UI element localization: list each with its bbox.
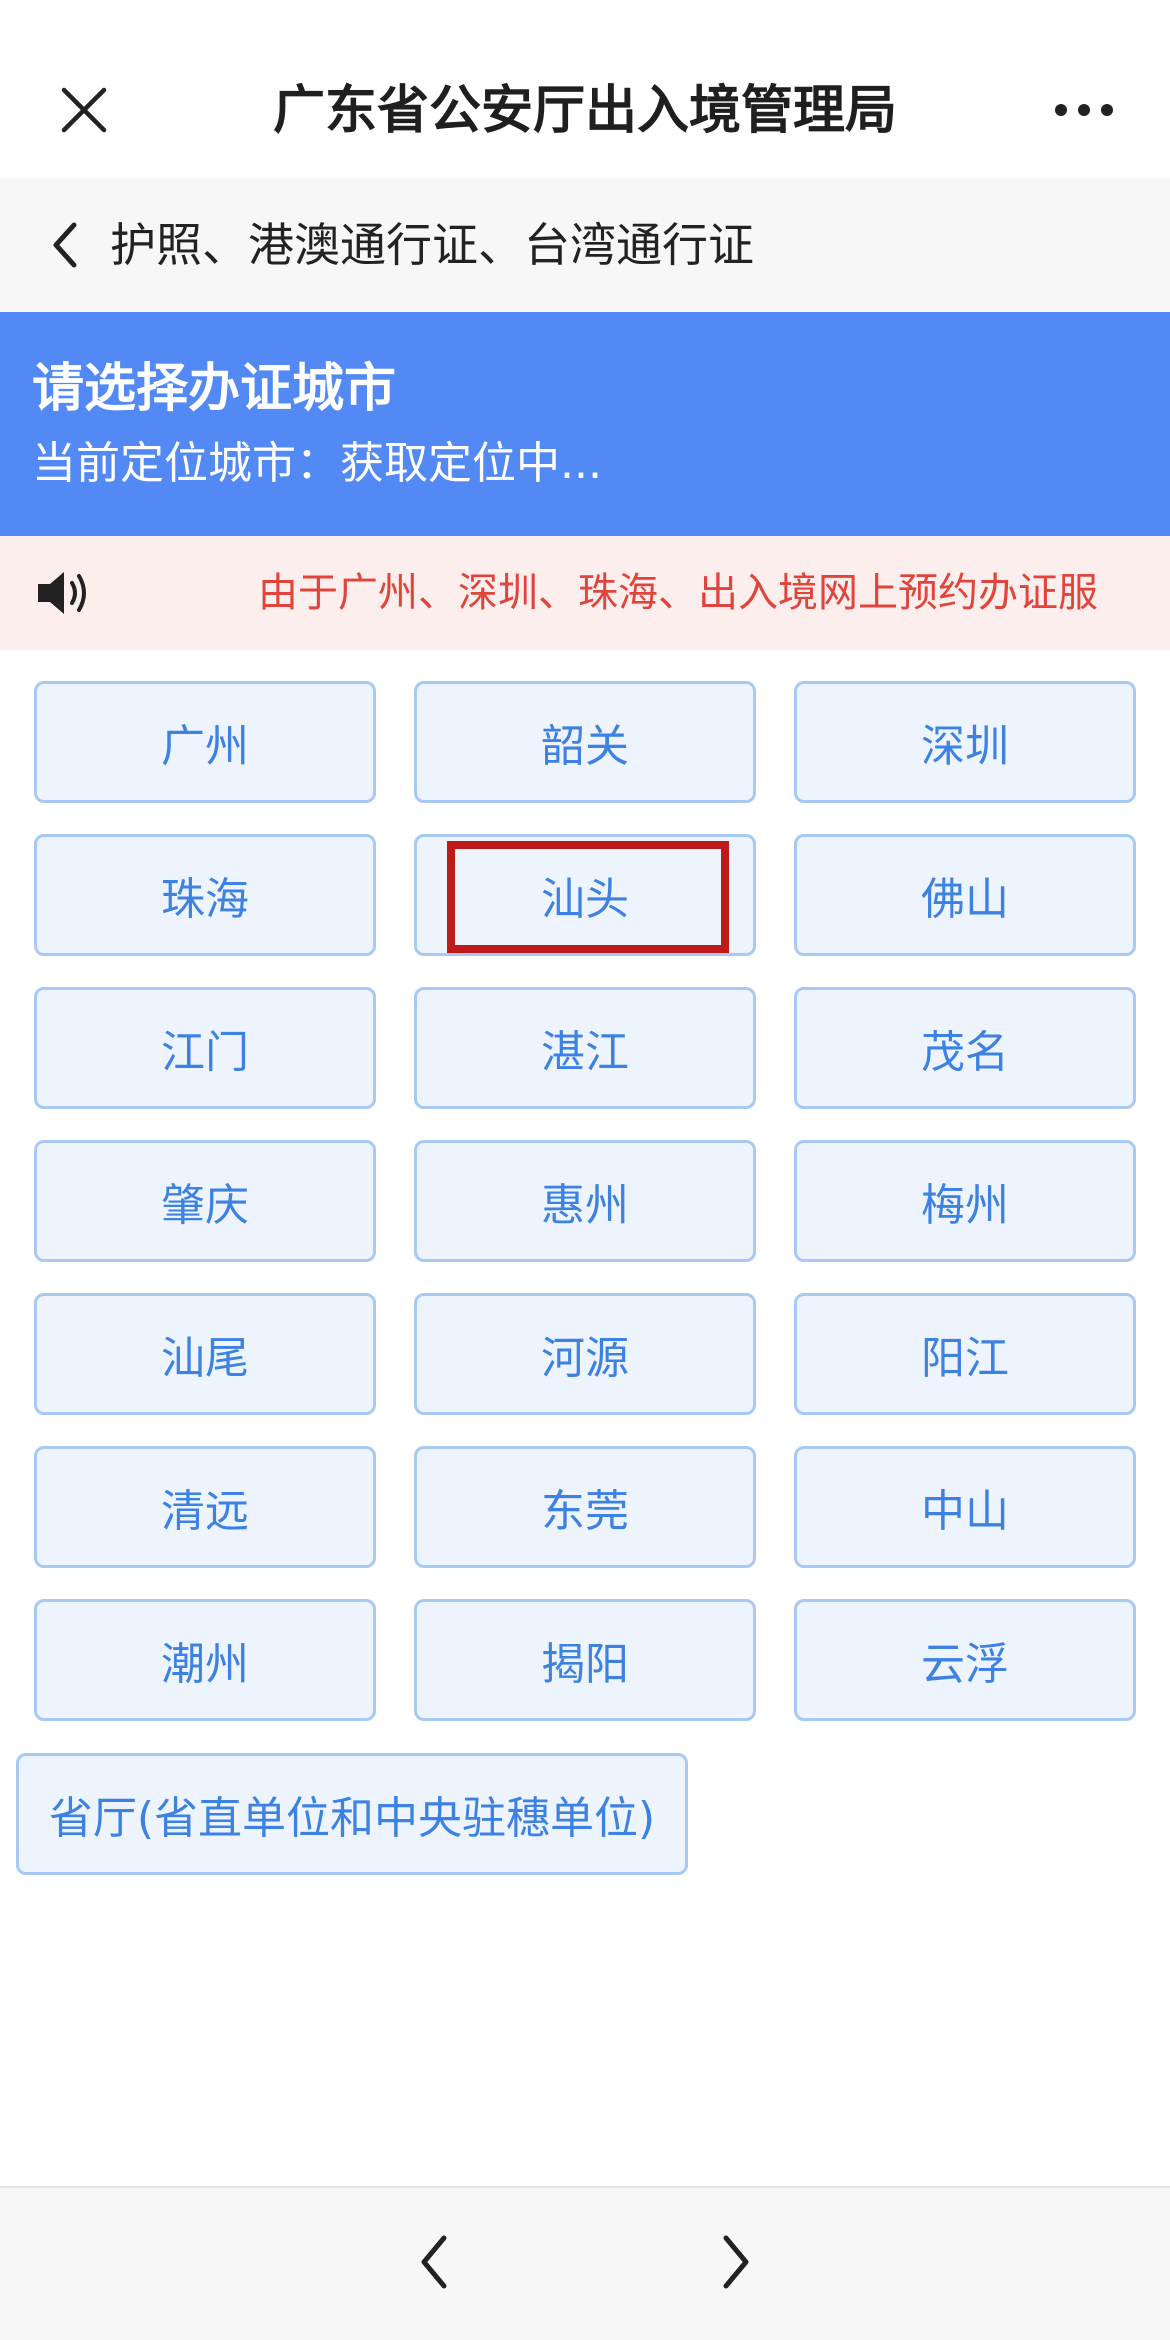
more-icon	[1055, 104, 1113, 116]
chevron-right-icon	[723, 2235, 749, 2289]
city-button-jiangmen[interactable]: 江门	[34, 987, 376, 1109]
banner-title: 请选择办证城市	[32, 359, 397, 419]
city-button-shantou[interactable]: 汕头	[414, 834, 756, 956]
city-button-guangzhou[interactable]: 广州	[34, 681, 376, 803]
city-button-label: 汕头	[541, 874, 629, 925]
chevron-left-icon	[53, 222, 77, 268]
city-grid: 广州 韶关 深圳 珠海 汕头 佛山 江门 湛江 茂名 肇庆 惠州 梅州 汕尾 河…	[34, 681, 1136, 1721]
bottom-navigation	[0, 2186, 1170, 2340]
city-button-heyuan[interactable]: 河源	[414, 1293, 756, 1415]
city-button-zhongshan[interactable]: 中山	[794, 1446, 1136, 1568]
title-bar: 广东省公安厅出入境管理局	[0, 0, 1170, 178]
province-office-button[interactable]: 省厅(省直单位和中央驻穗单位)	[16, 1753, 688, 1875]
chevron-left-icon	[421, 2235, 447, 2289]
city-button-shanwei[interactable]: 汕尾	[34, 1293, 376, 1415]
city-button-chaozhou[interactable]: 潮州	[34, 1599, 376, 1721]
city-button-jieyang[interactable]: 揭阳	[414, 1599, 756, 1721]
notice-text: 由于广州、深圳、珠海、出入境网上预约办证服	[258, 570, 1098, 616]
city-button-maoming[interactable]: 茂名	[794, 987, 1136, 1109]
city-button-meizhou[interactable]: 梅州	[794, 1140, 1136, 1262]
sub-header: 护照、港澳通行证、台湾通行证	[0, 178, 1170, 312]
city-button-zhanjiang[interactable]: 湛江	[414, 987, 756, 1109]
city-button-yangjiang[interactable]: 阳江	[794, 1293, 1136, 1415]
page-title: 护照、港澳通行证、台湾通行证	[110, 218, 754, 272]
city-button-zhaoqing[interactable]: 肇庆	[34, 1140, 376, 1262]
notice-bar[interactable]: 由于广州、深圳、珠海、出入境网上预约办证服	[0, 536, 1170, 650]
nav-back-button[interactable]	[394, 2222, 474, 2302]
more-button[interactable]	[1042, 84, 1126, 136]
city-button-huizhou[interactable]: 惠州	[414, 1140, 756, 1262]
city-button-shenzhen[interactable]: 深圳	[794, 681, 1136, 803]
window-title: 广东省公安厅出入境管理局	[272, 81, 897, 141]
city-button-dongguan[interactable]: 东莞	[414, 1446, 756, 1568]
nav-forward-button[interactable]	[696, 2222, 776, 2302]
city-button-foshan[interactable]: 佛山	[794, 834, 1136, 956]
current-location-label: 当前定位城市：获取定位中...	[32, 438, 602, 489]
city-button-yunfu[interactable]: 云浮	[794, 1599, 1136, 1721]
city-button-zhuhai[interactable]: 珠海	[34, 834, 376, 956]
city-button-qingyuan[interactable]: 清远	[34, 1446, 376, 1568]
back-button[interactable]	[32, 211, 100, 279]
city-select-banner: 请选择办证城市 当前定位城市：获取定位中...	[0, 312, 1170, 536]
speaker-icon	[38, 572, 86, 614]
city-button-shaoguan[interactable]: 韶关	[414, 681, 756, 803]
